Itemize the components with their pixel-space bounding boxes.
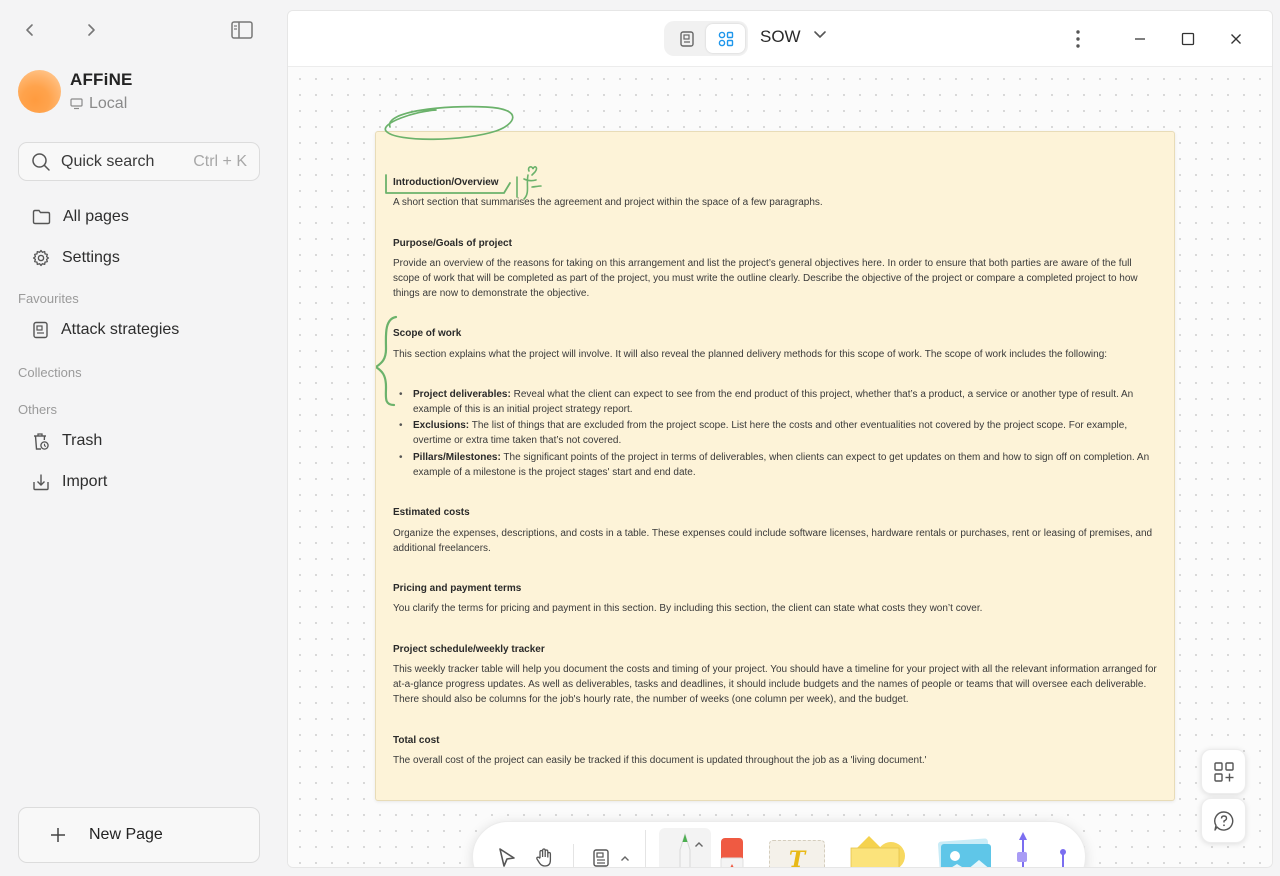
text-tool-glyph: T xyxy=(788,847,806,868)
edgeless-canvas[interactable]: Introduction/Overview A short section th… xyxy=(288,67,1272,868)
edgeless-mode-icon xyxy=(718,31,733,46)
sidebar-item-attack-strategies[interactable]: Attack strategies xyxy=(18,313,260,347)
eraser-tool[interactable] xyxy=(717,836,747,867)
sidebar-item-settings[interactable]: Settings xyxy=(18,241,260,275)
workspace-avatar xyxy=(18,70,61,113)
list-item-text: Reveal what the client can expect to see… xyxy=(413,389,1134,415)
connector-icon xyxy=(1017,832,1066,867)
pointer-icon xyxy=(499,848,515,867)
editor-panel: SOW Introduction/Overview A short sectio… xyxy=(287,10,1273,868)
sidebar-toggle-icon[interactable] xyxy=(230,18,254,42)
list-item-title: Project deliverables: xyxy=(413,389,511,400)
sidebar-item-label: Trash xyxy=(62,432,103,449)
plus-icon xyxy=(51,828,65,842)
collections-heading[interactable]: Collections xyxy=(18,365,82,380)
page-icon xyxy=(33,321,48,339)
header-bar: SOW xyxy=(288,11,1272,67)
sidebar: AFFiNE Local Quick search Ctrl + K All p… xyxy=(0,0,280,876)
workspace-switcher[interactable]: AFFiNE Local xyxy=(18,70,133,113)
sidebar-item-label: Settings xyxy=(62,249,120,266)
close-icon[interactable] xyxy=(1224,27,1248,51)
help-icon xyxy=(1213,810,1233,831)
workspace-name: AFFiNE xyxy=(70,70,133,89)
help-button[interactable] xyxy=(1201,798,1246,843)
minimize-icon[interactable] xyxy=(1128,27,1152,51)
page-mode-button[interactable] xyxy=(667,24,706,53)
trash-icon xyxy=(34,432,49,450)
chevron-up-icon[interactable] xyxy=(693,838,705,850)
search-label: Quick search xyxy=(61,152,155,170)
favourites-heading: Favourites xyxy=(18,291,79,306)
note-tool[interactable] xyxy=(587,844,615,867)
paragraph-scope[interactable]: This section explains what the project w… xyxy=(393,347,1157,362)
doc-title[interactable]: SOW xyxy=(760,27,801,47)
paragraph-pricing[interactable]: You clarify the terms for pricing and pa… xyxy=(393,601,1157,616)
folder-icon xyxy=(32,209,51,225)
list-item[interactable]: Project deliverables: Reveal what the cl… xyxy=(399,387,1157,417)
maximize-icon[interactable] xyxy=(1176,27,1200,51)
paragraph-schedule[interactable]: This weekly tracker table will help you … xyxy=(393,662,1157,707)
heading-scope[interactable]: Scope of work xyxy=(393,326,461,341)
text-tool[interactable]: T xyxy=(769,840,825,868)
import-icon xyxy=(33,474,49,491)
paragraph-purpose[interactable]: Provide an overview of the reasons for t… xyxy=(393,256,1157,301)
sidebar-item-all-pages[interactable]: All pages xyxy=(18,200,260,234)
search-shortcut: Ctrl + K xyxy=(193,152,247,170)
shapes-icon xyxy=(850,836,905,867)
eraser-icon xyxy=(720,838,744,867)
paragraph-estimated-costs[interactable]: Organize the expenses, descriptions, and… xyxy=(393,526,1157,556)
gear-icon xyxy=(32,249,50,267)
list-item-text: The significant points of the project in… xyxy=(413,452,1150,478)
list-item[interactable]: Exclusions: The list of things that are … xyxy=(399,418,1157,448)
add-app-button[interactable] xyxy=(1201,749,1246,794)
quick-search[interactable]: Quick search Ctrl + K xyxy=(18,142,260,181)
sidebar-item-label: All pages xyxy=(63,208,129,225)
new-page-label: New Page xyxy=(89,826,163,843)
sidebar-item-label: Attack strategies xyxy=(61,321,180,338)
mode-switch xyxy=(664,21,748,56)
heading-estimated-costs[interactable]: Estimated costs xyxy=(393,505,470,520)
page-mode-icon xyxy=(679,30,694,47)
others-heading: Others xyxy=(18,402,58,417)
edgeless-toolbar: T xyxy=(472,821,1086,868)
select-tool[interactable] xyxy=(493,844,521,867)
list-item-text: The list of things that are excluded fro… xyxy=(413,420,1128,446)
heading-purpose[interactable]: Purpose/Goals of project xyxy=(393,236,512,251)
chevron-down-icon[interactable] xyxy=(813,30,827,40)
sidebar-item-import[interactable]: Import xyxy=(18,465,260,499)
note-icon xyxy=(593,849,609,867)
edgeless-mode-button[interactable] xyxy=(706,24,745,53)
heading-schedule[interactable]: Project schedule/weekly tracker xyxy=(393,642,545,657)
computer-icon xyxy=(70,98,83,110)
paragraph-introduction[interactable]: A short section that summarises the agre… xyxy=(393,195,1157,210)
forward-icon[interactable] xyxy=(79,18,103,42)
chevron-up-icon[interactable] xyxy=(619,852,631,864)
grid-plus-icon xyxy=(1213,761,1234,782)
back-icon[interactable] xyxy=(18,18,42,42)
paragraph-total-cost[interactable]: The overall cost of the project can easi… xyxy=(393,753,1157,768)
sidebar-item-trash[interactable]: Trash xyxy=(18,424,260,458)
list-item[interactable]: Pillars/Milestones: The significant poin… xyxy=(399,450,1157,480)
connector-tool[interactable] xyxy=(1013,828,1073,867)
more-menu-icon[interactable] xyxy=(1066,27,1090,51)
list-item-title: Pillars/Milestones: xyxy=(413,452,501,463)
sidebar-item-label: Import xyxy=(62,473,108,490)
heading-introduction[interactable]: Introduction/Overview xyxy=(393,175,499,190)
hand-tool[interactable] xyxy=(531,844,559,867)
hand-icon xyxy=(536,848,552,867)
search-icon xyxy=(32,152,50,171)
heading-total-cost[interactable]: Total cost xyxy=(393,733,439,748)
note-block[interactable]: Introduction/Overview A short section th… xyxy=(375,131,1175,801)
shape-tool[interactable] xyxy=(847,832,911,867)
new-page-button[interactable]: New Page xyxy=(18,807,260,863)
image-tool[interactable] xyxy=(935,836,995,867)
list-item-title: Exclusions: xyxy=(413,420,470,431)
image-icon xyxy=(938,838,991,867)
workspace-type: Local xyxy=(89,95,128,112)
heading-pricing[interactable]: Pricing and payment terms xyxy=(393,581,521,596)
